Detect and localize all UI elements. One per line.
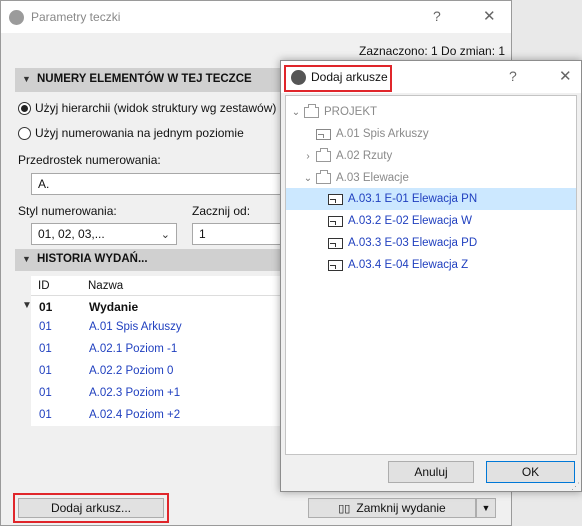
folder-icon [316,169,331,184]
collapse-triangle-icon: ▼ [22,254,31,264]
sheet-icon [328,237,343,249]
col-id-header[interactable]: ID [38,280,50,292]
add-sheet-button[interactable]: Dodaj arkusz... [18,498,164,518]
ok-button[interactable]: OK [486,461,575,483]
tree-node-sheet[interactable]: A.03.2 E-02 Elewacja W [328,210,472,232]
table-row-name[interactable]: A.02.2 Poziom 0 [89,365,173,377]
table-row-id: 01 [39,387,52,399]
app-logo-icon [291,70,306,85]
group-name: Wydanie [89,300,139,314]
node-label: A.03.2 E-02 Elewacja W [348,215,473,227]
start-label: Zacznij od: [192,204,251,218]
sheet-icon [328,259,343,271]
help-button[interactable]: ? [509,68,517,84]
tree-node-sheet[interactable]: A.03.3 E-03 Elewacja PD [328,232,477,254]
section-numbering-header[interactable]: ▼ NUMERY ELEMENTÓW W TEJ TECZCE [15,68,280,92]
node-label: A.03.3 E-03 Elewacja PD [348,237,478,249]
expand-triangle-icon: ▼ [22,300,32,311]
dodaj-arkusze-dialog: Dodaj arkusze ? ✕ ⌄ PROJEKT A.01 Spis Ar… [280,60,582,492]
window-title: Parametry teczki [31,10,121,24]
style-label: Styl numerowania: [18,204,117,218]
resize-grip-icon[interactable]: ⋰ [571,481,580,492]
sheet-tree: ⌄ PROJEKT A.01 Spis Arkuszy › A.02 Rzuty… [285,95,577,455]
group-id: 01 [39,300,53,314]
tree-node-sheet[interactable]: A.03.1 E-01 Elewacja PN [328,188,477,210]
node-label: A.03.1 E-01 Elewacja PN [348,193,478,205]
node-label: A.03.4 E-04 Elewacja Z [348,259,469,271]
node-label: A.01 Spis Arkuszy [336,128,429,140]
section-history-header[interactable]: ▼ HISTORIA WYDAŃ... [15,249,280,271]
close-button[interactable]: ✕ [483,7,496,25]
tree-node-elewacje[interactable]: ⌄ A.03 Elewacje [302,167,409,189]
radio-single-level-label: Użyj numerowania na jednym poziomie [35,126,244,140]
prefix-input[interactable]: A. [31,173,283,195]
node-label: A.03 Elewacje [336,172,409,184]
caret-down-icon: ▼ [481,503,491,513]
expanded-chevron-icon[interactable]: ⌄ [290,107,302,118]
style-value: 01, 02, 03,... [38,227,105,241]
prefix-label: Przedrostek numerowania: [18,153,161,167]
table-row-name[interactable]: A.02.3 Poziom +1 [89,387,180,399]
table-row-name[interactable]: A.02.1 Poziom -1 [89,343,177,355]
table-row-id: 01 [39,343,52,355]
table-row-id: 01 [39,365,52,377]
table-row-id: 01 [39,409,52,421]
close-issue-dropdown-button[interactable]: ▼ [476,498,496,518]
help-button[interactable]: ? [433,8,441,24]
tree-node-project[interactable]: ⌄ PROJEKT [290,101,377,123]
title-bar: Parametry teczki ? ✕ [1,1,511,33]
prefix-value: A. [38,177,50,191]
collapsed-chevron-icon[interactable]: › [302,151,314,162]
col-name-header[interactable]: Nazwa [88,280,123,292]
radio-hierarchy-label: Użyj hierarchii (widok struktury wg zest… [35,101,277,115]
radio-hierarchy[interactable] [18,102,31,115]
collapse-triangle-icon: ▼ [22,74,31,84]
node-label: PROJEKT [324,106,378,118]
sheet-icon [328,193,343,205]
folder-icon [316,147,331,162]
tree-node-sheet[interactable]: A.03.4 E-04 Elewacja Z [328,254,468,276]
table-row-id: 01 [39,321,52,333]
issue-icon: ▯▯ [338,502,351,515]
table-row-name[interactable]: A.01 Spis Arkuszy [89,321,182,333]
sheet-icon [328,215,343,227]
tree-node-spis[interactable]: A.01 Spis Arkuszy [316,123,429,145]
start-value: 1 [199,227,206,241]
section-title: NUMERY ELEMENTÓW W TEJ TECZCE [37,73,252,85]
folder-icon [304,103,319,118]
chevron-down-icon: ⌄ [160,228,170,241]
sheet-icon [316,128,331,140]
expanded-chevron-icon[interactable]: ⌄ [302,173,314,184]
section-title: HISTORIA WYDAŃ... [37,253,148,265]
close-button[interactable]: ✕ [559,67,572,85]
table-header: ID Nazwa [31,276,281,296]
node-label: A.02 Rzuty [336,150,393,162]
close-issue-button[interactable]: ▯▯ Zamknij wydanie [308,498,476,518]
app-logo-icon [9,10,24,25]
table-group-row[interactable]: ▼ 01 Wydanie [15,296,281,316]
title-bar: Dodaj arkusze ? ✕ [281,61,581,93]
close-issue-label: Zamknij wydanie [356,501,446,515]
style-select[interactable]: 01, 02, 03,... ⌄ [31,223,177,245]
selection-status: Zaznaczono: 1 Do zmian: 1 [359,44,506,58]
cancel-button[interactable]: Anuluj [388,461,474,483]
radio-single-level[interactable] [18,127,31,140]
table-row-name[interactable]: A.02.4 Poziom +2 [89,409,180,421]
dialog-title: Dodaj arkusze [311,70,388,84]
tree-node-rzuty[interactable]: › A.02 Rzuty [302,145,392,167]
start-input[interactable]: 1 [192,223,284,245]
